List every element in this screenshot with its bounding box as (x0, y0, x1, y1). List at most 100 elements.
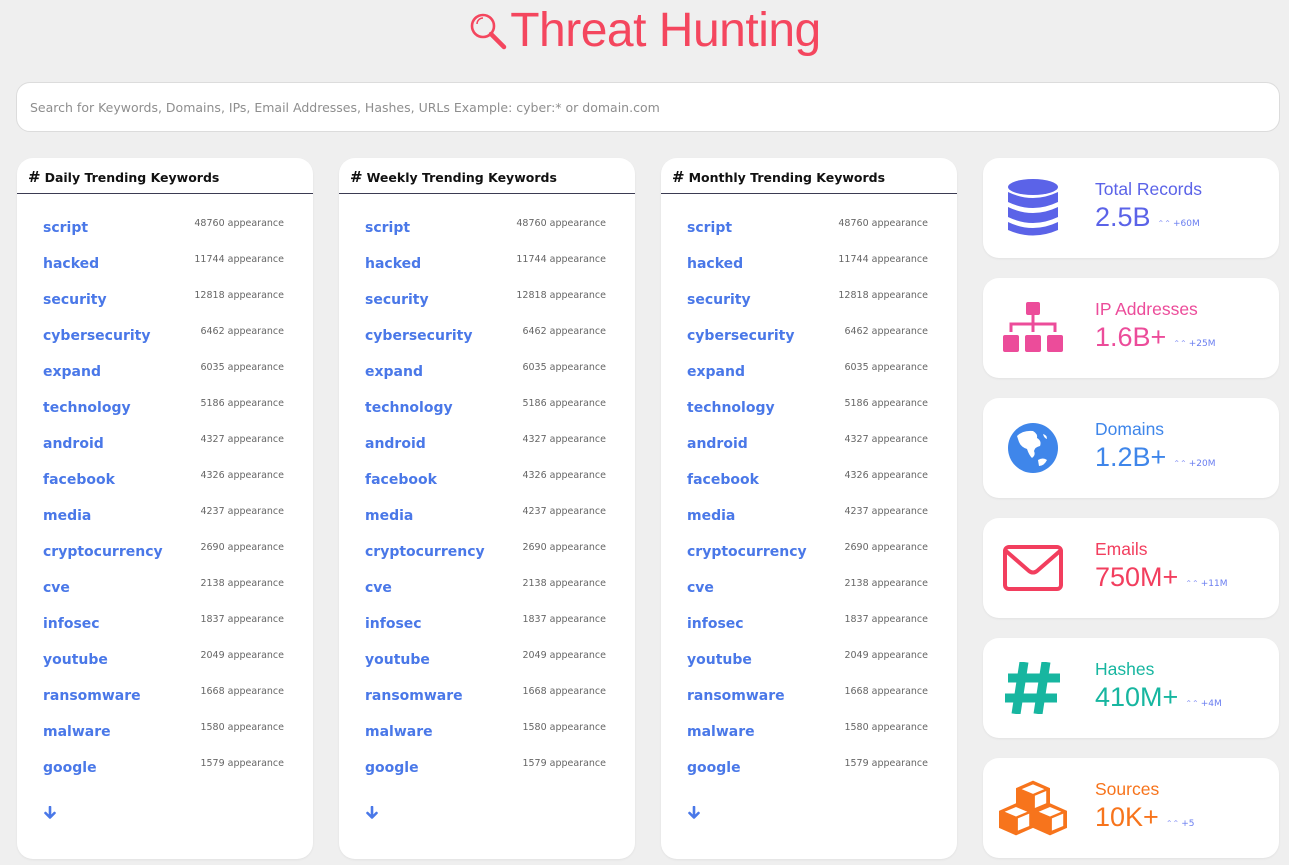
keyword-link[interactable]: technology (687, 399, 775, 417)
keyword-link[interactable]: facebook (365, 471, 437, 489)
keyword-count: 4326 appearance (200, 470, 284, 481)
keyword-link[interactable]: infosec (687, 615, 744, 633)
keyword-link[interactable]: google (365, 759, 419, 777)
stat-delta: ⌃⌃ +5 (1166, 819, 1195, 829)
hashtag-icon: # (350, 168, 363, 186)
stat-value: 1.2B+ (1095, 442, 1167, 472)
arrow-down-icon[interactable] (365, 806, 379, 820)
keyword-link[interactable]: malware (365, 723, 433, 741)
keyword-link[interactable]: security (365, 291, 429, 309)
keyword-row: google 1579 appearance (339, 758, 635, 794)
keyword-link[interactable]: script (365, 219, 410, 237)
keyword-link[interactable]: google (687, 759, 741, 777)
arrow-down-icon[interactable] (43, 806, 57, 820)
keyword-count: 6462 appearance (200, 326, 284, 337)
keyword-link[interactable]: cybersecurity (365, 327, 472, 345)
keyword-link[interactable]: youtube (43, 651, 108, 669)
page-title: Threat Hunting (0, 0, 1289, 60)
stat-value-row: 2.5B ⌃⌃ +60M (1095, 202, 1200, 233)
keyword-row: cve 2138 appearance (661, 578, 957, 614)
double-chevron-up-icon: ⌃⌃ (1185, 699, 1199, 708)
globe-icon (999, 418, 1067, 478)
stat-value: 10K+ (1095, 802, 1159, 832)
keyword-link[interactable]: technology (365, 399, 453, 417)
keyword-row: ransomware 1668 appearance (661, 686, 957, 722)
keyword-row: android 4327 appearance (661, 434, 957, 470)
keyword-link[interactable]: expand (687, 363, 745, 381)
keyword-link[interactable]: hacked (365, 255, 421, 273)
keyword-link[interactable]: malware (687, 723, 755, 741)
keyword-link[interactable]: ransomware (43, 687, 141, 705)
keyword-link[interactable]: cybersecurity (43, 327, 150, 345)
stat-label: Sources (1095, 779, 1160, 799)
stat-delta-value: +4M (1200, 699, 1222, 709)
keyword-link[interactable]: cryptocurrency (687, 543, 807, 561)
keyword-link[interactable]: infosec (365, 615, 422, 633)
keyword-link[interactable]: media (687, 507, 735, 525)
double-chevron-up-icon: ⌃⌃ (1173, 459, 1187, 468)
keyword-link[interactable]: technology (43, 399, 131, 417)
keyword-link[interactable]: ransomware (365, 687, 463, 705)
keyword-link[interactable]: cryptocurrency (43, 543, 163, 561)
stat-label: Total Records (1095, 179, 1202, 199)
search-box[interactable] (16, 82, 1280, 132)
keyword-link[interactable]: cryptocurrency (365, 543, 485, 561)
keyword-link[interactable]: cybersecurity (687, 327, 794, 345)
keyword-link[interactable]: script (687, 219, 732, 237)
keyword-count: 48760 appearance (838, 218, 928, 229)
search-input[interactable] (17, 83, 1279, 131)
keyword-row: malware 1580 appearance (339, 722, 635, 758)
stat-card-domains: Domains 1.2B+ ⌃⌃ +20M (983, 398, 1279, 498)
keyword-link[interactable]: android (43, 435, 104, 453)
keyword-count: 12818 appearance (838, 290, 928, 301)
arrow-down-icon[interactable] (687, 806, 701, 820)
keyword-link[interactable]: script (43, 219, 88, 237)
keyword-list: script 48760 appearance hacked 11744 appear… (661, 218, 957, 794)
keyword-row: hacked 11744 appearance (17, 254, 313, 290)
keyword-link[interactable]: media (365, 507, 413, 525)
stat-card-emails: Emails 750M+ ⌃⌃ +11M (983, 518, 1279, 618)
keyword-link[interactable]: google (43, 759, 97, 777)
stat-delta: ⌃⌃ +25M (1173, 339, 1215, 349)
keyword-link[interactable]: facebook (687, 471, 759, 489)
keyword-link[interactable]: hacked (687, 255, 743, 273)
keyword-count: 1579 appearance (844, 758, 928, 769)
keyword-link[interactable]: infosec (43, 615, 100, 633)
keyword-row: technology 5186 appearance (661, 398, 957, 434)
stat-value: 750M+ (1095, 562, 1179, 592)
keyword-link[interactable]: youtube (687, 651, 752, 669)
keyword-link[interactable]: cve (43, 579, 70, 597)
keyword-link[interactable]: security (687, 291, 751, 309)
keyword-row: facebook 4326 appearance (339, 470, 635, 506)
keyword-link[interactable]: youtube (365, 651, 430, 669)
stat-delta: ⌃⌃ +11M (1185, 579, 1227, 589)
double-chevron-up-icon: ⌃⌃ (1157, 219, 1171, 228)
keyword-link[interactable]: malware (43, 723, 111, 741)
keyword-count: 11744 appearance (516, 254, 606, 265)
keyword-count: 4327 appearance (844, 434, 928, 445)
keyword-row: infosec 1837 appearance (339, 614, 635, 650)
keyword-link[interactable]: android (687, 435, 748, 453)
stat-label: Domains (1095, 419, 1165, 439)
keyword-count: 1580 appearance (522, 722, 606, 733)
keyword-link[interactable]: facebook (43, 471, 115, 489)
card-header: # Weekly Trending Keywords (339, 158, 635, 194)
keyword-link[interactable]: security (43, 291, 107, 309)
card-title: Monthly Trending Keywords (688, 170, 886, 185)
card-title: Weekly Trending Keywords (366, 170, 557, 185)
stat-card-hashes: Hashes 410M+ ⌃⌃ +4M (983, 638, 1279, 738)
keyword-count: 6035 appearance (522, 362, 606, 373)
keyword-link[interactable]: hacked (43, 255, 99, 273)
keyword-row: technology 5186 appearance (17, 398, 313, 434)
keyword-link[interactable]: ransomware (687, 687, 785, 705)
keyword-row: cve 2138 appearance (17, 578, 313, 614)
keyword-link[interactable]: expand (365, 363, 423, 381)
keyword-link[interactable]: expand (43, 363, 101, 381)
double-chevron-up-icon: ⌃⌃ (1185, 579, 1199, 588)
keyword-link[interactable]: cve (365, 579, 392, 597)
keyword-link[interactable]: media (43, 507, 91, 525)
keyword-link[interactable]: android (365, 435, 426, 453)
keyword-link[interactable]: cve (687, 579, 714, 597)
keyword-count: 4327 appearance (200, 434, 284, 445)
keyword-count: 12818 appearance (516, 290, 606, 301)
